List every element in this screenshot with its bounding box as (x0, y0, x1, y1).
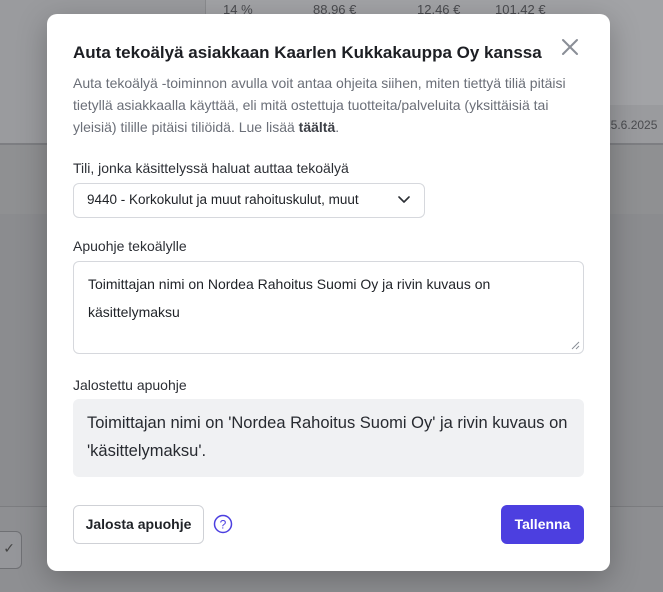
help-button[interactable]: ? (213, 514, 233, 534)
dialog-description: Auta tekoälyä -toiminnon avulla voit ant… (73, 72, 573, 138)
account-select-value: 9440 - Korkokulut ja muut rahoituskulut,… (87, 192, 359, 207)
refine-hint-button[interactable]: Jalosta apuohje (73, 505, 204, 544)
background-dropdown: ✓ (0, 531, 22, 569)
refined-hint-box: Toimittajan nimi on 'Nordea Rahoitus Suo… (73, 399, 584, 477)
hint-label: Apuohje tekoälylle (73, 238, 187, 254)
read-more-link[interactable]: täältä (299, 119, 336, 135)
refined-label: Jalostettu apuohje (73, 377, 187, 393)
refined-hint-text: Toimittajan nimi on 'Nordea Rahoitus Suo… (87, 414, 568, 460)
ai-help-dialog: Auta tekoälyä asiakkaan Kaarlen Kukkakau… (47, 14, 610, 571)
resize-handle-icon[interactable] (570, 340, 580, 350)
save-button[interactable]: Tallenna (501, 505, 584, 544)
account-select[interactable]: 9440 - Korkokulut ja muut rahoituskulut,… (73, 183, 425, 218)
question-icon: ? (213, 514, 233, 534)
close-button[interactable] (559, 36, 581, 58)
hint-textarea-value: Toimittajan nimi on Nordea Rahoitus Suom… (88, 276, 491, 320)
account-label: Tili, jonka käsittelyssä haluat auttaa t… (73, 160, 349, 176)
hint-textarea[interactable]: Toimittajan nimi on Nordea Rahoitus Suom… (73, 261, 584, 354)
background-date: 25.6.2025 (604, 118, 658, 132)
close-icon (562, 39, 578, 55)
description-end: . (335, 119, 340, 135)
chevron-down-icon: ✓ (3, 540, 15, 556)
svg-text:?: ? (220, 518, 227, 532)
dialog-title: Auta tekoälyä asiakkaan Kaarlen Kukkakau… (73, 43, 542, 62)
chevron-down-icon (398, 196, 410, 203)
